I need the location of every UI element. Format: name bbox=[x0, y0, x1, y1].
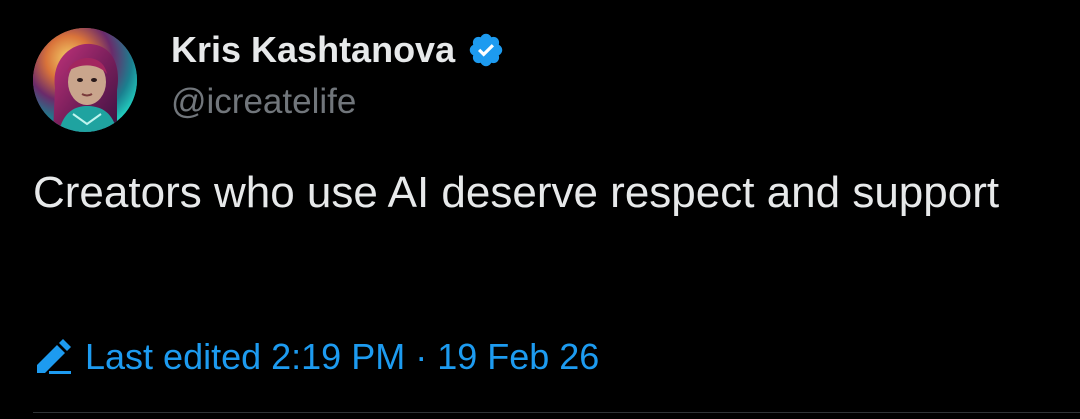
avatar[interactable] bbox=[33, 28, 137, 132]
author-handle[interactable]: @icreatelife bbox=[171, 78, 356, 126]
verified-badge-icon[interactable] bbox=[467, 31, 505, 69]
tweet-body-text: Creators who use AI deserve respect and … bbox=[33, 168, 1000, 217]
author-display-name[interactable]: Kris Kashtanova bbox=[171, 26, 455, 74]
last-edited-label[interactable]: Last edited 2:19 PM · 19 Feb 26 bbox=[85, 330, 599, 384]
pencil-icon bbox=[33, 339, 73, 375]
divider bbox=[33, 412, 1080, 413]
author-name-row: Kris Kashtanova bbox=[171, 26, 505, 74]
avatar-portrait-icon bbox=[33, 28, 137, 132]
tweet-card: Kris Kashtanova @icreatelife Creators wh… bbox=[0, 0, 1080, 419]
edit-history-link[interactable]: Last edited 2:19 PM · 19 Feb 26 bbox=[33, 330, 599, 384]
